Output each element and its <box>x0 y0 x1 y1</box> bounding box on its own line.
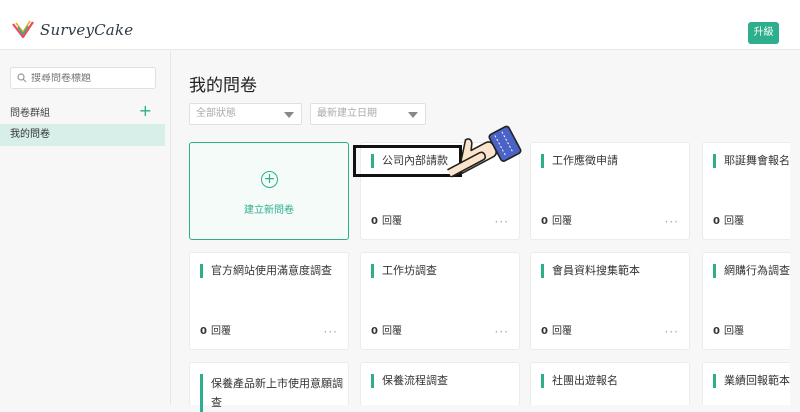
response-count-number: 0 <box>371 216 378 227</box>
sidebar-item-my-surveys[interactable]: 我的問卷 <box>0 124 165 146</box>
survey-card-title: 保養產品新上市使用意願調查 <box>200 374 350 412</box>
survey-card[interactable]: 社團出遊報名 <box>530 362 690 405</box>
more-options-icon[interactable]: ··· <box>324 325 338 339</box>
page-title: 我的問卷 <box>189 76 257 96</box>
more-options-icon[interactable]: ··· <box>665 215 679 229</box>
survey-card-title: 網購行為調查 <box>713 264 790 278</box>
survey-card[interactable]: 官方網站使用滿意度調查 0 回覆 ··· <box>189 252 349 350</box>
sidebar: 問卷群組 + 我的問卷 <box>0 51 171 405</box>
survey-card[interactable]: 工作應徵申請 0 回覆 ··· <box>530 142 690 240</box>
sort-filter-select[interactable]: 最新建立日期 <box>310 103 426 125</box>
plus-circle-icon: + <box>261 171 278 188</box>
create-survey-card[interactable]: + 建立新問卷 <box>189 142 349 240</box>
brand-logo[interactable]: SurveyCake <box>12 20 133 40</box>
chevron-down-icon <box>408 112 418 118</box>
response-count-label: 回覆 <box>551 326 572 337</box>
response-count: 0 回覆 <box>541 212 572 227</box>
response-count-number: 0 <box>541 216 548 227</box>
survey-card-title: 業績回報範本 <box>713 374 790 388</box>
response-count: 0 回覆 <box>541 322 572 337</box>
survey-card-title: 社團出遊報名 <box>541 374 618 388</box>
upgrade-button[interactable]: 升級 <box>748 22 779 44</box>
status-filter-select[interactable]: 全部狀態 <box>189 103 302 125</box>
survey-card-title: 耶誕舞會報名表 <box>713 154 790 168</box>
survey-card[interactable]: 工作坊調查 0 回覆 ··· <box>360 252 520 350</box>
response-count-label: 回覆 <box>381 326 402 337</box>
sort-filter-label: 最新建立日期 <box>317 108 377 119</box>
survey-card[interactable]: 業績回報範本 <box>702 362 790 405</box>
survey-card[interactable]: 耶誕舞會報名表 0回覆 ··· <box>702 142 790 240</box>
response-count-label: 回覆 <box>381 216 402 227</box>
response-count-number: 0 <box>713 216 720 227</box>
response-count: 0 回覆 <box>371 212 402 227</box>
add-group-icon[interactable]: + <box>139 103 152 119</box>
response-count: 0 回覆 <box>200 322 231 337</box>
status-filter-label: 全部狀態 <box>196 108 236 119</box>
response-count: 0 回覆 <box>371 322 402 337</box>
survey-group-label: 問卷群組 <box>10 107 50 119</box>
survey-card-title: 工作坊調查 <box>371 264 437 278</box>
survey-card-title: 工作應徵申請 <box>541 154 618 168</box>
response-count-number: 0 <box>200 326 207 337</box>
create-survey-label: 建立新問卷 <box>244 205 294 216</box>
response-count-label: 回覆 <box>551 216 572 227</box>
response-count-number: 0 <box>713 326 720 337</box>
response-count-number: 0 <box>541 326 548 337</box>
survey-card[interactable]: 會員資料搜集範本 0 回覆 ··· <box>530 252 690 350</box>
more-options-icon[interactable]: ··· <box>665 325 679 339</box>
top-bar: SurveyCake 升級 <box>0 0 800 50</box>
survey-card[interactable]: 保養產品新上市使用意願調查 <box>189 362 349 412</box>
search-icon <box>17 73 27 83</box>
survey-card-title: 會員資料搜集範本 <box>541 264 640 278</box>
survey-card[interactable]: 保養流程調查 <box>360 362 520 405</box>
survey-card[interactable]: 網購行為調查 0 回覆 ··· <box>702 252 790 350</box>
survey-group-header: 問卷群組 + <box>10 102 152 120</box>
survey-card-title: 保養流程調查 <box>371 374 448 388</box>
chevron-down-icon <box>284 112 294 118</box>
brand-name: SurveyCake <box>40 21 134 39</box>
more-options-icon[interactable]: ··· <box>495 325 509 339</box>
surveycake-logo-icon <box>12 20 34 39</box>
survey-card-title: 官方網站使用滿意度調查 <box>200 264 332 278</box>
response-count-label: 回覆 <box>210 326 231 337</box>
search-box[interactable] <box>10 67 156 89</box>
pointing-hand-icon <box>447 125 522 178</box>
more-options-icon[interactable]: ··· <box>495 215 509 229</box>
response-count-number: 0 <box>371 326 378 337</box>
search-input[interactable] <box>31 72 141 84</box>
more-options-icon[interactable]: ··· <box>732 325 746 339</box>
more-options-icon[interactable]: ··· <box>732 215 746 229</box>
